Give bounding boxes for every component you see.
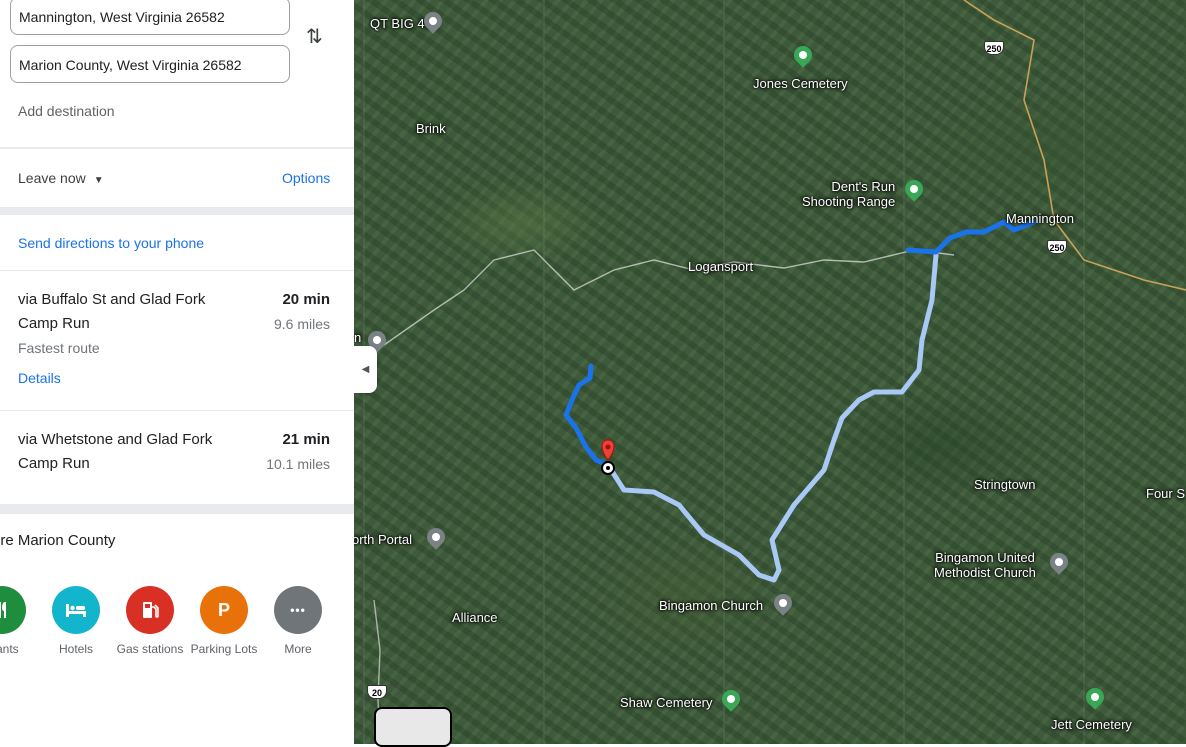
category-label: Parking Lots [190, 642, 258, 656]
category-label: More [284, 642, 312, 656]
map-label-north-portal[interactable]: orth Portal [354, 532, 412, 547]
category-parking-lots[interactable]: P Parking Lots [184, 586, 264, 656]
divider [0, 504, 354, 514]
collapse-panel-button[interactable]: ◀ [354, 346, 377, 393]
alt-route-line [605, 252, 939, 583]
route-time: 20 min [282, 291, 330, 308]
options-button[interactable]: Options [282, 170, 330, 186]
map-label-jones-cemetery[interactable]: Jones Cemetery [753, 76, 848, 91]
divider [0, 410, 354, 411]
map-label-four-s[interactable]: Four S [1146, 486, 1185, 501]
route-title: via Whetstone and Glad Fork Camp Run [18, 431, 213, 472]
route-time: 21 min [282, 431, 330, 448]
map-label-brink: Brink [416, 121, 446, 136]
map-label-partial: n [354, 330, 362, 345]
destination-input[interactable]: Marion County, West Virginia 26582 [10, 45, 290, 83]
primary-route-line [563, 363, 611, 468]
caret-down-icon: ▼ [93, 175, 104, 186]
road [383, 249, 955, 346]
layers-toggle-button[interactable] [374, 707, 452, 747]
destination-pin [601, 439, 615, 461]
map-label-bingamon-united[interactable]: Bingamon United Methodist Church [934, 550, 1036, 580]
map-label-stringtown[interactable]: Stringtown [974, 477, 1035, 492]
restaurant-icon [0, 586, 26, 634]
map-label-dents-run[interactable]: Dent's Run Shooting Range [802, 179, 895, 209]
origin-input[interactable]: Mannington, West Virginia 26582 [10, 0, 290, 35]
route-details-link[interactable]: Details [18, 370, 338, 386]
route-shield-us250: 250 [984, 41, 1004, 55]
route-title: via Buffalo St and Glad Fork Camp Run [18, 291, 206, 332]
map-label-jett-cemetery[interactable]: Jett Cemetery [1051, 717, 1132, 732]
route-option-2[interactable]: via Whetstone and Glad Fork Camp Run 21 … [18, 428, 338, 476]
route-note: Fastest route [18, 340, 100, 356]
add-destination-button[interactable]: Add destination [18, 103, 115, 119]
category-more[interactable]: ••• More [258, 586, 338, 656]
explore-heading: ore Marion County [0, 532, 116, 549]
map-label-shaw-cemetery[interactable]: Shaw Cemetery [620, 695, 712, 710]
divider [0, 147, 354, 149]
map-label-mannington[interactable]: Mannington [1006, 211, 1074, 226]
category-gas-stations[interactable]: Gas stations [110, 586, 190, 656]
route-shield-wv20: 20 [367, 685, 387, 699]
gas-station-icon [126, 586, 174, 634]
primary-route-line [905, 219, 1037, 255]
map-overlay [363, 0, 1186, 744]
route-distance: 9.6 miles [273, 316, 330, 332]
leave-now-label: Leave now [18, 170, 86, 186]
directions-panel: Mannington, West Virginia 26582 Marion C… [0, 0, 354, 744]
divider [0, 270, 354, 271]
swap-icon[interactable]: ⇅ [306, 24, 323, 49]
map-label-bingamon-church[interactable]: Bingamon Church [659, 598, 763, 613]
hotel-icon [52, 586, 100, 634]
chevron-left-icon: ◀ [361, 364, 370, 375]
map-label-logansport[interactable]: Logansport [688, 259, 753, 274]
map-label-alliance[interactable]: Alliance [452, 610, 498, 625]
leave-now-dropdown[interactable]: Leave now ▼ [18, 170, 104, 186]
divider [0, 207, 354, 215]
category-label: Gas stations [116, 642, 184, 656]
parking-icon: P [200, 586, 248, 634]
send-to-phone-link[interactable]: Send directions to your phone [18, 235, 204, 251]
route-distance: 10.1 miles [266, 456, 330, 472]
category-label: Hotels [58, 642, 93, 656]
more-icon: ••• [274, 586, 322, 634]
map-view[interactable]: QT BIG 464 Brink Jones Cemetery Dent's R… [354, 0, 1186, 744]
category-hotels[interactable]: Hotels [36, 586, 116, 656]
route-option-1[interactable]: via Buffalo St and Glad Fork Camp Run 20… [18, 288, 338, 386]
route-shield-us250: 250 [1047, 240, 1067, 254]
